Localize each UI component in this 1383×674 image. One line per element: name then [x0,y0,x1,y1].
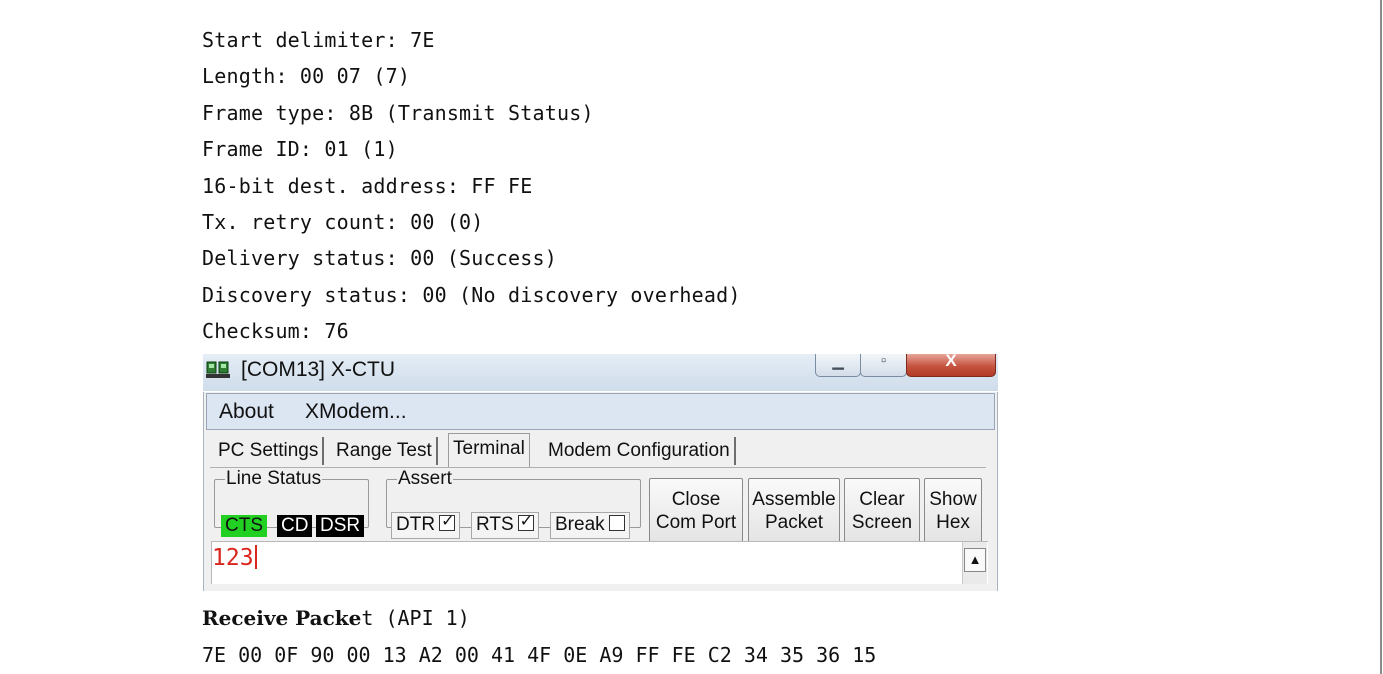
frame-decoding-lines: Start delimiter: 7E Length: 00 07 (7) Fr… [202,22,741,350]
title-bar[interactable]: [COM13] X-CTU ▁ ▫ X [203,354,998,391]
assemble-packet-button[interactable]: Assemble Packet [748,478,840,543]
dtr-label: DTR [396,514,436,535]
terminal-output-area[interactable]: 123 ▲ [211,541,988,584]
close-button[interactable]: X [906,354,996,377]
minimize-button[interactable]: ▁ [815,354,861,377]
dsr-indicator: DSR [316,515,365,537]
receive-packet-heading: Receive Packet (API 1) [202,606,470,630]
show-hex-label-2: Hex [936,512,970,533]
text-caret [254,545,257,569]
receive-packet-heading-bold: Receive Packe [202,606,362,630]
break-check-box[interactable] [608,515,625,531]
clear-screen-label-2: Screen [851,512,913,533]
close-icon: X [945,354,957,370]
assert-group: Assert DTR ✓ RTS ✓ Break [386,468,641,539]
maximize-icon: ▫ [880,354,887,369]
rts-label: RTS [476,514,514,535]
rts-checkbox[interactable]: RTS ✓ [471,512,539,539]
xctu-app-icon [206,361,230,378]
close-com-port-button[interactable]: Close Com Port [649,478,743,543]
close-com-port-label-2: Com Port [655,512,737,533]
assert-legend: Assert [398,468,452,489]
line-status-group: Line Status CTS CD DSR [214,468,369,537]
close-com-port-label-1: Close [671,489,721,510]
dtr-checkbox[interactable]: DTR ✓ [391,512,461,539]
delivery-status-line: Delivery status: 00 (Success) [202,246,557,271]
discovery-status-line: Discovery status: 00 (No discovery overh… [202,282,741,307]
menu-about[interactable]: About [219,400,274,424]
maximize-button[interactable]: ▫ [860,354,907,377]
length-line: Length: 00 07 (7) [202,64,411,89]
menu-bar: About XModem... [206,393,995,430]
break-label: Break [555,514,605,535]
cts-indicator: CTS [221,515,267,537]
receive-packet-bytes: 7E 00 0F 90 00 13 A2 00 41 4F 0E A9 FF F… [202,643,877,667]
show-hex-button[interactable]: Show Hex [924,478,982,543]
tab-strip: PC Settings Range Test Terminal Modem Co… [208,433,988,467]
xctu-window: [COM13] X-CTU ▁ ▫ X About XModem... PC S… [203,354,998,591]
clear-screen-label-1: Clear [859,489,905,510]
terminal-text: 123 [212,545,257,571]
retry-count-line: Tx. retry count: 00 (0) [202,209,484,234]
page-border-line [1380,0,1382,674]
tab-pc-settings[interactable]: PC Settings [214,437,325,465]
rts-check-box[interactable]: ✓ [517,513,534,531]
frame-type-line: Frame type: 8B (Transmit Status) [202,100,594,125]
terminal-typed-text: 123 [212,545,254,571]
assemble-packet-label-1: Assemble [752,489,836,510]
break-checkbox[interactable]: Break [550,512,630,539]
start-delimiter-line: Start delimiter: 7E [202,28,435,52]
tab-terminal[interactable]: Terminal [448,433,530,467]
tab-modem-configuration[interactable]: Modem Configuration [544,437,736,465]
dtr-check-box[interactable]: ✓ [439,513,456,531]
window-title: [COM13] X-CTU [241,358,396,381]
terminal-scrollbar[interactable]: ▲ [962,542,987,584]
menu-xmodem[interactable]: XModem... [305,400,407,424]
clear-screen-button[interactable]: Clear Screen [844,478,920,543]
assemble-packet-label-2: Packet [764,512,824,533]
checkmark-icon: ✓ [519,513,534,530]
checksum-line: Checksum: 76 [202,319,349,344]
frame-id-line: Frame ID: 01 (1) [202,137,398,162]
scroll-up-arrow-icon[interactable]: ▲ [964,548,986,572]
line-status-legend: Line Status [226,468,322,489]
dest-address-line: 16-bit dest. address: FF FE [202,173,533,198]
cd-indicator: CD [277,515,313,537]
tab-range-test[interactable]: Range Test [332,437,438,465]
receive-packet-heading-rest: t (API 1) [361,606,470,630]
minimize-icon: ▁ [832,354,844,370]
window-client: About XModem... PC Settings Range Test T… [203,392,998,591]
show-hex-label-1: Show [929,489,977,510]
checkmark-icon: ✓ [441,513,455,530]
